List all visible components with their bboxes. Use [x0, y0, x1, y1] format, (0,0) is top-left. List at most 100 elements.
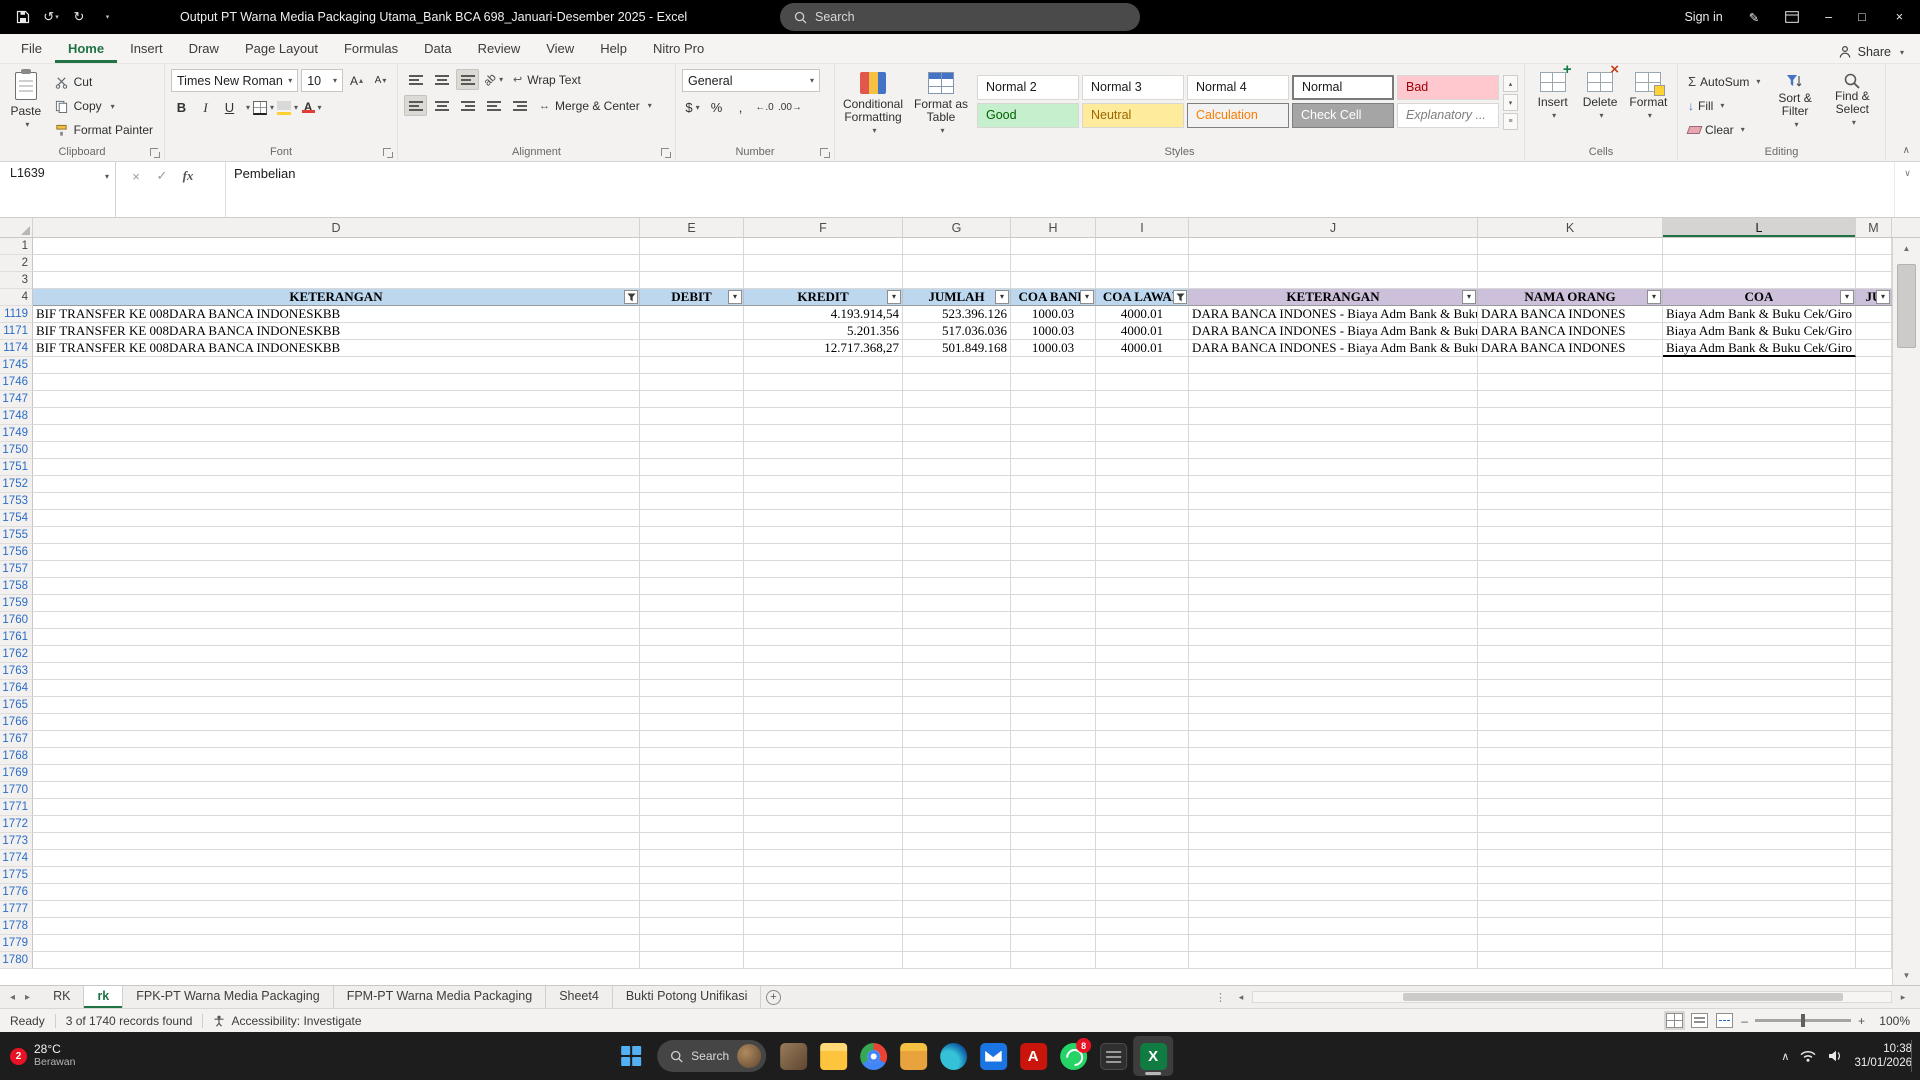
row-header-1748[interactable]: 1748 [0, 408, 33, 425]
row-header-1771[interactable]: 1771 [0, 799, 33, 816]
taskbar-app-folder[interactable] [893, 1036, 933, 1076]
row-header-1780[interactable]: 1780 [0, 952, 33, 969]
fill-button[interactable]: ↓Fill▾ [1684, 95, 1764, 116]
row-header-1770[interactable]: 1770 [0, 782, 33, 799]
gallery-up-button[interactable]: ▴ [1503, 75, 1518, 92]
row-header-1749[interactable]: 1749 [0, 425, 33, 442]
ribbon-tab-formulas[interactable]: Formulas [331, 35, 411, 63]
tray-overflow-button[interactable]: ∧ [1781, 1050, 1789, 1063]
filter-applied-button[interactable] [1173, 290, 1187, 304]
next-sheet-button[interactable]: ▸ [21, 992, 34, 1003]
decrease-indent-button[interactable] [482, 95, 505, 116]
style-chip-bad[interactable]: Bad [1397, 75, 1499, 100]
filter-dropdown-button[interactable]: ▾ [728, 290, 742, 304]
grid-rows[interactable]: 1234KETERANGANDEBIT▾KREDIT▾JUMLAH▾COA BA… [0, 238, 1892, 985]
close-button[interactable]: × [1879, 0, 1920, 34]
row-header-1778[interactable]: 1778 [0, 918, 33, 935]
column-header-k[interactable]: K [1478, 218, 1663, 237]
top-align-button[interactable] [404, 69, 427, 90]
number-dialog-launcher[interactable] [820, 148, 831, 159]
zoom-slider[interactable] [1755, 1019, 1851, 1022]
minimize-button[interactable]: – [1812, 0, 1845, 34]
filter-dropdown-button[interactable]: ▾ [1840, 290, 1854, 304]
row-header-1772[interactable]: 1772 [0, 816, 33, 833]
merge-center-button[interactable]: ↔Merge & Center▾ [534, 95, 657, 116]
find-select-button[interactable]: Find & Select ▾ [1826, 69, 1879, 145]
row-header-1750[interactable]: 1750 [0, 442, 33, 459]
gallery-down-button[interactable]: ▾ [1503, 94, 1518, 111]
font-dialog-launcher[interactable] [383, 148, 394, 159]
sheet-tab-4-sheet4[interactable]: Sheet4 [546, 986, 613, 1008]
page-break-view-button[interactable] [1716, 1013, 1733, 1028]
horizontal-scrollbar[interactable]: ⋮ ◂ ▸ [1211, 986, 1920, 1008]
increase-decimal-button[interactable]: ←.0 [754, 97, 775, 118]
row-header-1751[interactable]: 1751 [0, 459, 33, 476]
scrollbar-resize-handle[interactable]: ⋮ [1211, 991, 1230, 1004]
style-chip-explanatory[interactable]: Explanatory ... [1397, 103, 1499, 128]
row-header-1[interactable]: 1 [0, 238, 33, 255]
row-header-1757[interactable]: 1757 [0, 561, 33, 578]
row-header-1753[interactable]: 1753 [0, 493, 33, 510]
undo-button[interactable]: ↺▾ [38, 4, 64, 30]
row-header-1777[interactable]: 1777 [0, 901, 33, 918]
style-chip-calculation[interactable]: Calculation [1187, 103, 1289, 128]
row-header-1774[interactable]: 1774 [0, 850, 33, 867]
paste-button[interactable]: Paste ▾ [6, 69, 46, 145]
taskbar-app-chrome[interactable] [853, 1036, 893, 1076]
ribbon-tab-home[interactable]: Home [55, 35, 117, 63]
font-color-button[interactable]: A▾ [301, 97, 322, 118]
sheet-tab-3-fpm-pt-warna-media-packaging[interactable]: FPM-PT Warna Media Packaging [334, 986, 547, 1008]
new-sheet-button[interactable]: + [761, 986, 785, 1008]
alignment-dialog-launcher[interactable] [661, 148, 672, 159]
taskbar-app-notepad[interactable] [1093, 1036, 1133, 1076]
taskbar-app-excel[interactable] [1133, 1036, 1173, 1076]
column-header-d[interactable]: D [33, 218, 640, 237]
show-desktop-button[interactable] [1911, 1040, 1912, 1072]
save-button[interactable] [10, 4, 36, 30]
ribbon-tab-review[interactable]: Review [465, 35, 534, 63]
horizontal-scroll-thumb[interactable] [1403, 993, 1843, 1001]
scroll-right-button[interactable]: ▸ [1894, 992, 1912, 1003]
clipboard-dialog-launcher[interactable] [150, 148, 161, 159]
decrease-font-size-button[interactable]: A▾ [370, 70, 391, 91]
ribbon-tab-data[interactable]: Data [411, 35, 464, 63]
taskbar-clock[interactable]: 10:38 31/01/2026 [1854, 1042, 1912, 1070]
comma-style-button[interactable]: , [730, 97, 751, 118]
row-header-1754[interactable]: 1754 [0, 510, 33, 527]
row-header-1758[interactable]: 1758 [0, 578, 33, 595]
gallery-more-button[interactable]: ≡ [1503, 113, 1518, 130]
ribbon-tab-insert[interactable]: Insert [117, 35, 176, 63]
format-painter-button[interactable]: Format Painter [50, 119, 158, 141]
autosum-button[interactable]: ΣAutoSum▾ [1684, 71, 1764, 92]
accounting-format-button[interactable]: $▾ [682, 97, 703, 118]
name-box[interactable]: L1639 ▾ [0, 162, 116, 217]
column-header-m[interactable]: M [1856, 218, 1892, 237]
column-header-j[interactable]: J [1189, 218, 1478, 237]
column-header-i[interactable]: I [1096, 218, 1189, 237]
ribbon-tab-draw[interactable]: Draw [176, 35, 232, 63]
page-layout-view-button[interactable] [1691, 1013, 1708, 1028]
style-chip-check-cell[interactable]: Check Cell [1292, 103, 1394, 128]
delete-cells-button[interactable]: Delete ▾ [1578, 69, 1621, 145]
horizontal-scroll-track[interactable] [1252, 991, 1892, 1003]
row-header-1119[interactable]: 1119 [0, 306, 33, 323]
row-header-1174[interactable]: 1174 [0, 340, 33, 357]
select-all-corner[interactable] [0, 218, 33, 237]
sort-filter-button[interactable]: Sort & Filter ▾ [1768, 69, 1821, 145]
sheet-tab-0-rk[interactable]: RK [40, 986, 84, 1008]
collapse-ribbon-button[interactable]: ∧ [1903, 145, 1910, 156]
format-cells-button[interactable]: Format ▾ [1626, 69, 1671, 145]
decrease-decimal-button[interactable]: .00→ [778, 97, 802, 118]
filter-dropdown-button[interactable]: ▾ [1876, 290, 1890, 304]
sheet-tab-5-bukti-potong-unifikasi[interactable]: Bukti Potong Unifikasi [613, 986, 762, 1008]
filter-dropdown-button[interactable]: ▾ [1462, 290, 1476, 304]
row-header-1769[interactable]: 1769 [0, 765, 33, 782]
start-button[interactable] [612, 1036, 650, 1076]
ribbon-tab-page-layout[interactable]: Page Layout [232, 35, 331, 63]
row-header-1764[interactable]: 1764 [0, 680, 33, 697]
increase-indent-button[interactable] [508, 95, 531, 116]
bottom-align-button[interactable] [456, 69, 479, 90]
row-header-3[interactable]: 3 [0, 272, 33, 289]
font-size-select[interactable]: 10 ▾ [301, 69, 343, 92]
ribbon-display-options-button[interactable] [1772, 0, 1812, 34]
